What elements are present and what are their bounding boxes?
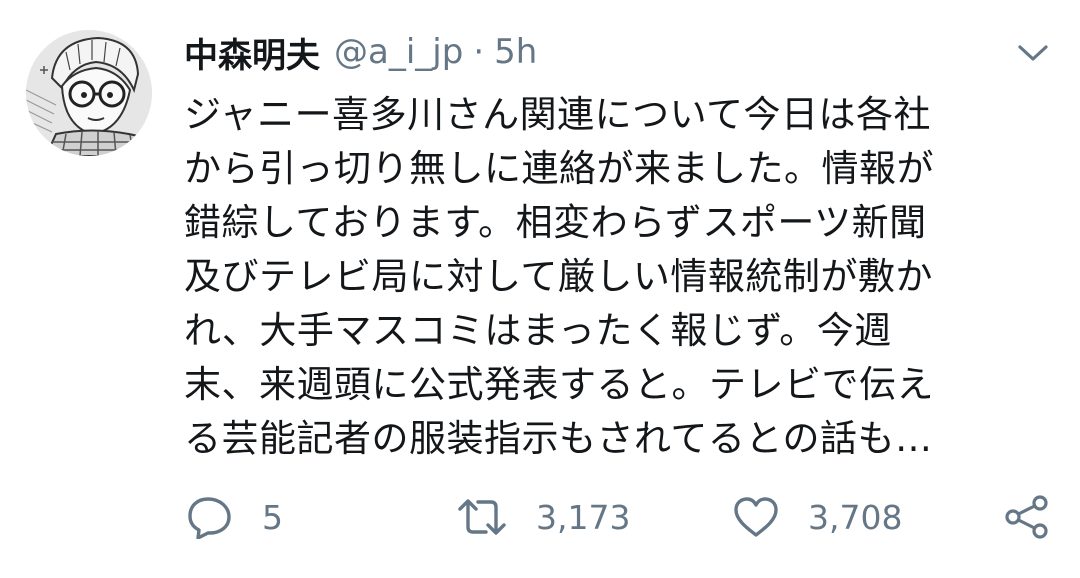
separator-dot: · — [473, 32, 485, 72]
chevron-down-icon[interactable] — [1016, 38, 1050, 68]
action-bar: 5 3,173 3,708 — [0, 492, 1080, 542]
timestamp[interactable]: 5h — [494, 32, 537, 72]
like-count: 3,708 — [808, 497, 903, 537]
reply-icon — [186, 495, 234, 539]
tweet-header: 中森明夫 @a_i_jp · 5h — [184, 24, 537, 80]
reply-button[interactable]: 5 — [186, 492, 283, 542]
user-handle[interactable]: @a_i_jp — [334, 32, 463, 72]
heart-icon — [732, 495, 780, 539]
reply-count: 5 — [262, 497, 283, 537]
tweet: 中森明夫 @a_i_jp · 5h ジャニー喜多川さん関連について今日は各社 か… — [0, 0, 1080, 578]
share-icon — [1004, 494, 1050, 540]
retweet-button[interactable]: 3,173 — [456, 492, 630, 542]
avatar-image — [26, 30, 152, 156]
avatar[interactable] — [26, 30, 152, 156]
display-name[interactable]: 中森明夫 — [184, 28, 320, 77]
retweet-icon — [456, 495, 508, 539]
like-button[interactable]: 3,708 — [732, 492, 902, 542]
tweet-text: ジャニー喜多川さん関連について今日は各社 から引っ切り無しに連絡が来ました。情報… — [184, 93, 934, 460]
share-button[interactable] — [1004, 492, 1050, 542]
retweet-count: 3,173 — [536, 497, 631, 537]
